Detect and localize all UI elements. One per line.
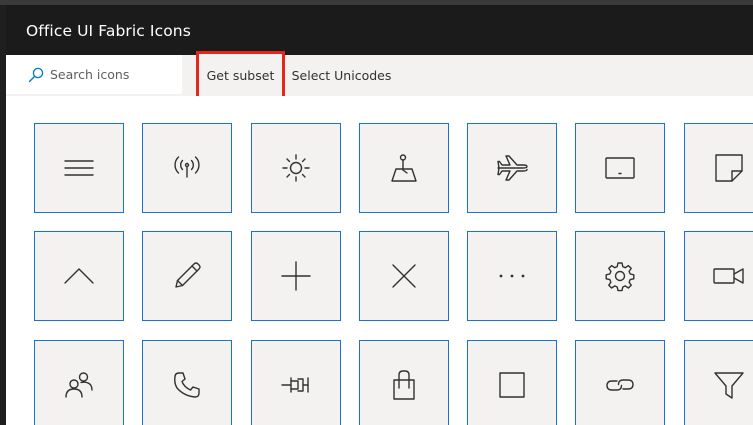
icon-tile-sun-brightness[interactable] — [251, 123, 341, 213]
close-x-icon — [392, 264, 416, 288]
icon-tile-map-pin[interactable] — [359, 123, 449, 213]
select-unicodes-button[interactable]: Select Unicodes — [287, 55, 396, 95]
shopping-bag-icon — [393, 370, 415, 400]
settings-gear-icon — [605, 262, 635, 292]
airplane-icon — [497, 155, 528, 181]
pin-icon — [281, 377, 309, 393]
video-camera-icon — [713, 268, 744, 284]
icon-tile-settings-gear[interactable] — [575, 231, 665, 321]
people-icon — [65, 372, 93, 398]
icon-tile-tablet[interactable] — [575, 123, 665, 213]
app-title: Office UI Fabric Icons — [26, 22, 191, 40]
icon-tile-pin[interactable] — [251, 340, 341, 425]
more-ellipsis-icon — [499, 274, 525, 278]
icon-tile-link[interactable] — [575, 340, 665, 425]
search-icon — [28, 67, 44, 82]
sticky-note-icon — [715, 154, 743, 182]
icon-tile-hamburger-menu[interactable] — [34, 123, 124, 213]
icon-tile-pencil-edit[interactable] — [142, 231, 232, 321]
hamburger-menu-icon — [64, 160, 94, 176]
sun-brightness-icon — [282, 154, 310, 182]
tablet-icon — [605, 157, 635, 179]
chevron-up-icon — [64, 268, 94, 284]
icon-tile-phone[interactable] — [142, 340, 232, 425]
search-box[interactable] — [6, 55, 182, 94]
app-header: Office UI Fabric Icons — [6, 5, 753, 55]
icon-grid — [6, 96, 753, 425]
checkbox-square-icon — [499, 372, 525, 398]
icon-tile-filter[interactable] — [684, 340, 753, 425]
get-subset-button[interactable]: Get subset — [196, 51, 285, 100]
map-pin-icon — [391, 154, 417, 182]
link-icon — [606, 379, 634, 391]
filter-icon — [714, 372, 744, 399]
icon-tile-video-camera[interactable] — [684, 231, 753, 321]
antenna-signal-icon — [174, 156, 200, 178]
pencil-edit-icon — [175, 262, 201, 288]
icon-tile-close-x[interactable] — [359, 231, 449, 321]
icon-tile-chevron-up[interactable] — [34, 231, 124, 321]
icon-tile-people[interactable] — [34, 340, 124, 425]
search-input[interactable] — [50, 67, 170, 82]
phone-icon — [174, 372, 200, 398]
icon-tile-checkbox-square[interactable] — [467, 340, 557, 425]
icon-tile-antenna-signal[interactable] — [142, 123, 232, 213]
icon-tile-airplane[interactable] — [467, 123, 557, 213]
plus-icon — [281, 261, 311, 291]
icon-tile-shopping-bag[interactable] — [359, 340, 449, 425]
icon-tile-more-ellipsis[interactable] — [467, 231, 557, 321]
icon-tile-plus[interactable] — [251, 231, 341, 321]
icon-tile-sticky-note[interactable] — [684, 123, 753, 213]
toolbar: Get subset Select Unicodes — [6, 51, 753, 100]
